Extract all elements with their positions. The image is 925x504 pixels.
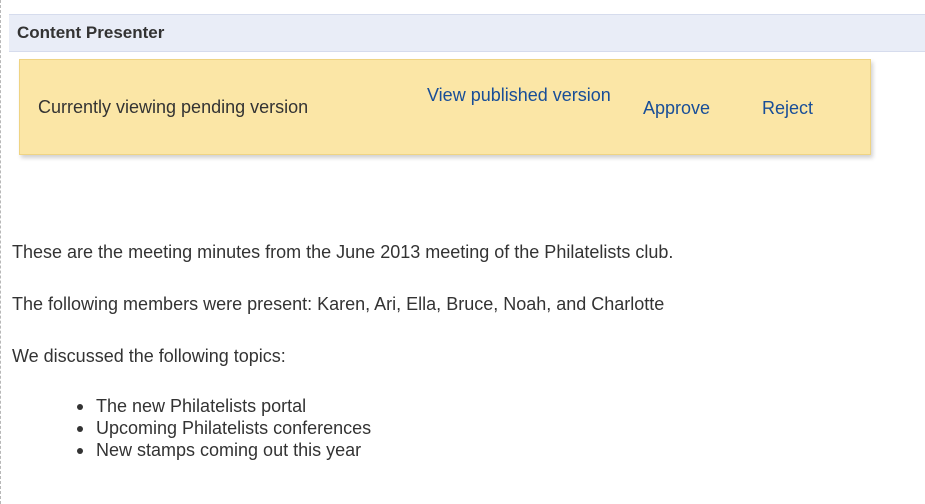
topics-list: The new Philatelists portal Upcoming Phi… (63, 395, 371, 461)
topic-text: The new Philatelists portal (96, 396, 307, 416)
topic-text: Upcoming Philatelists conferences (96, 418, 372, 438)
list-item: New stamps coming out this year (63, 439, 371, 461)
content-presenter-frame: Content Presenter Currently viewing pend… (0, 0, 925, 504)
view-published-version-link[interactable]: View published version (427, 83, 617, 107)
approve-link[interactable]: Approve (643, 96, 710, 120)
meeting-minutes-intro: These are the meeting minutes from the J… (12, 242, 674, 262)
bullet-icon (77, 426, 83, 432)
list-item: The new Philatelists portal (63, 395, 371, 417)
bullet-icon (77, 448, 83, 454)
list-item: Upcoming Philatelists conferences (63, 417, 371, 439)
members-present: The following members were present: Kare… (12, 294, 665, 314)
pending-version-status: Currently viewing pending version (38, 97, 309, 117)
topic-text: New stamps coming out this year (96, 440, 362, 460)
reject-link[interactable]: Reject (762, 96, 813, 120)
content-presenter-title: Content Presenter (17, 23, 165, 42)
bullet-icon (77, 404, 83, 410)
topics-heading: We discussed the following topics: (12, 346, 286, 366)
